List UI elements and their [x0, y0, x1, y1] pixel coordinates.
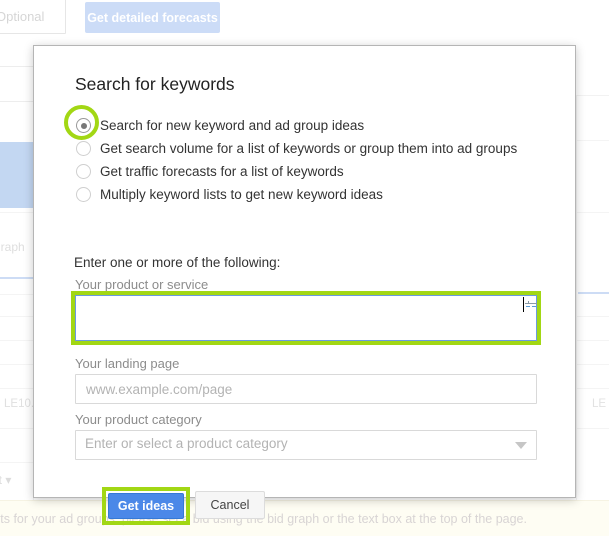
- background-column-rule-right: [576, 96, 577, 500]
- cancel-button[interactable]: Cancel: [195, 491, 265, 519]
- background-blue-divider-right: [578, 292, 609, 294]
- search-type-radio-group: Search for new keyword and ad group idea…: [64, 105, 544, 206]
- product-service-label: Your product or service: [75, 277, 209, 292]
- radio-option-new-keyword-ideas[interactable]: Search for new keyword and ad group idea…: [64, 105, 544, 140]
- background-selected-row: [0, 142, 34, 208]
- radio-icon-selected[interactable]: [76, 118, 91, 133]
- background-divider-r1: [576, 140, 609, 141]
- text-caret: [523, 297, 524, 312]
- landing-page-input[interactable]: [75, 374, 537, 404]
- background-divider-r2: [576, 212, 609, 213]
- product-service-input[interactable]: [75, 295, 537, 341]
- background-it-label: it ▾: [0, 473, 12, 487]
- get-detailed-forecasts-button[interactable]: Get detailed forecasts: [85, 2, 220, 33]
- background-divider-r3: [576, 316, 609, 317]
- radio-label: Get search volume for a list of keywords…: [100, 140, 518, 156]
- product-service-field-wrapper: [71, 291, 541, 345]
- chevron-down-icon-background: ▾: [5, 473, 12, 487]
- radio-option-multiply-keyword-lists[interactable]: Multiply keyword lists to get new keywor…: [74, 183, 544, 206]
- product-category-placeholder: Enter or select a product category: [85, 436, 288, 451]
- radio-icon[interactable]: [76, 141, 91, 156]
- product-category-select[interactable]: Enter or select a product category: [75, 430, 537, 460]
- background-divider-r5: [576, 364, 609, 365]
- radio-option-traffic-forecasts[interactable]: Get traffic forecasts for a list of keyw…: [74, 160, 544, 183]
- form-intro-text: Enter one or more of the following:: [74, 255, 281, 270]
- background-divider-r6: [576, 388, 609, 389]
- background-optional-placeholder: Optional: [0, 9, 45, 24]
- radio-label: Multiply keyword lists to get new keywor…: [100, 186, 383, 202]
- background-le-label-right: LE: [592, 398, 607, 410]
- landing-page-label: Your landing page: [75, 356, 180, 371]
- search-keywords-dialog: Search for keywords Search for new keywo…: [33, 45, 576, 525]
- radio-icon[interactable]: [76, 164, 91, 179]
- background-divider-r7: [576, 428, 609, 429]
- background-blue-divider-left: [0, 277, 34, 279]
- product-category-label: Your product category: [75, 412, 202, 427]
- background-graph-label: graph: [0, 240, 25, 254]
- get-ideas-button-wrapper: Get ideas: [102, 487, 190, 525]
- dialog-title: Search for keywords: [75, 74, 235, 94]
- radio-label: Get traffic forecasts for a list of keyw…: [100, 163, 344, 179]
- chevron-down-icon[interactable]: [515, 442, 527, 449]
- background-le10-label: LE10.: [4, 398, 35, 410]
- screen-root: Optional Get detailed forecasts graph LE…: [0, 0, 609, 536]
- radio-option-search-volume[interactable]: Get search volume for a list of keywords…: [74, 137, 544, 160]
- background-divider-r4: [576, 340, 609, 341]
- get-detailed-forecasts-label: Get detailed forecasts: [87, 10, 218, 25]
- radio-icon[interactable]: [76, 187, 91, 202]
- radio-label: Search for new keyword and ad group idea…: [100, 117, 365, 133]
- get-ideas-button[interactable]: Get ideas: [108, 493, 184, 519]
